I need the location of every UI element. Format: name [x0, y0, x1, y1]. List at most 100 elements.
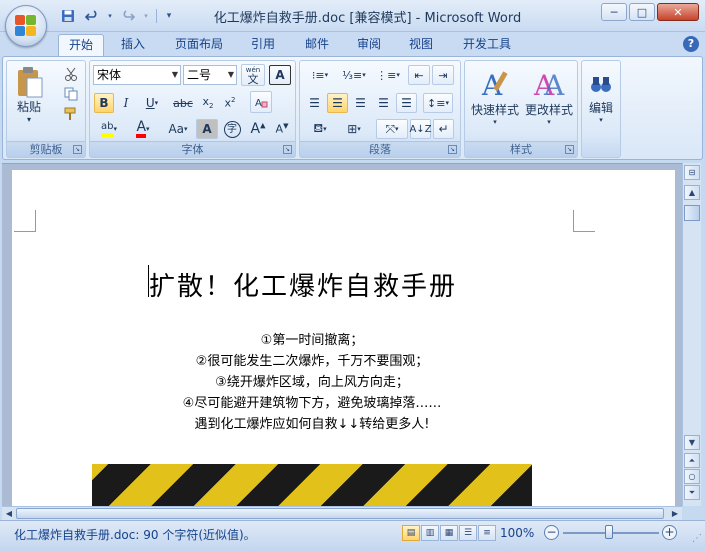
format-painter-button[interactable]: [61, 105, 81, 123]
save-button[interactable]: [58, 7, 78, 25]
outline-view-button[interactable]: ☰: [459, 525, 477, 541]
tab-developer[interactable]: 开发工具: [452, 34, 522, 56]
font-dialog-launcher[interactable]: ↘: [283, 145, 292, 154]
tab-mailings[interactable]: 邮件: [294, 34, 340, 56]
clipboard-dialog-launcher[interactable]: ↘: [73, 145, 82, 154]
font-name-combo[interactable]: 宋体 ▼: [93, 65, 181, 85]
tab-review[interactable]: 审阅: [346, 34, 392, 56]
undo-dropdown[interactable]: ▾: [106, 7, 114, 25]
justify-button[interactable]: ☰: [373, 93, 394, 113]
styles-dialog-launcher[interactable]: ↘: [565, 145, 574, 154]
close-button[interactable]: ✕: [657, 3, 699, 21]
document-page[interactable]: 扩散！化工爆炸自救手册 ①第一时间撤离； ②很可能发生二次爆炸，千万不要围观； …: [12, 170, 675, 507]
web-layout-button[interactable]: ▦: [440, 525, 458, 541]
body-line[interactable]: ②很可能发生二次爆炸，千万不要围观；: [12, 351, 612, 372]
word-count-status[interactable]: 化工爆炸自救手册.doc: 90 个字符(近似值)。: [14, 526, 256, 543]
browse-object-button[interactable]: ○: [684, 469, 700, 484]
italic-button[interactable]: I: [116, 93, 136, 113]
document-area[interactable]: 扩散！化工爆炸自救手册 ①第一时间撤离； ②很可能发生二次爆炸，千万不要围观； …: [2, 163, 682, 507]
bold-button[interactable]: B: [94, 93, 114, 113]
line-spacing-icon: ↕≡: [427, 96, 446, 110]
scroll-left-button[interactable]: ◀: [2, 507, 16, 520]
minimize-button[interactable]: ─: [601, 3, 627, 21]
tab-page-layout[interactable]: 页面布局: [164, 34, 234, 56]
copy-button[interactable]: [61, 85, 81, 103]
tab-insert[interactable]: 插入: [110, 34, 156, 56]
next-page-button[interactable]: ⏷: [684, 485, 700, 500]
quick-styles-button[interactable]: A 快速样式 ▾: [469, 63, 521, 129]
undo-button[interactable]: [82, 7, 102, 25]
editing-button[interactable]: 编辑 ▾: [584, 63, 618, 129]
font-color-button[interactable]: A ▾: [128, 119, 158, 139]
paragraph-dialog-launcher[interactable]: ↘: [448, 145, 457, 154]
decrease-indent-button[interactable]: ⇤: [408, 65, 430, 85]
show-hide-marks-button[interactable]: ↵: [433, 119, 454, 139]
tab-references[interactable]: 引用: [240, 34, 286, 56]
document-body[interactable]: ①第一时间撤离； ②很可能发生二次爆炸，千万不要围观； ③绕开爆炸区域，向上风方…: [12, 330, 612, 435]
tab-view[interactable]: 视图: [398, 34, 444, 56]
borders-button[interactable]: ⊞ ▾: [338, 119, 370, 139]
align-left-button[interactable]: ☰: [304, 93, 325, 113]
zoom-level[interactable]: 100%: [500, 526, 534, 540]
draft-view-button[interactable]: ≡: [478, 525, 496, 541]
hazard-stripe-image[interactable]: [92, 464, 532, 507]
zoom-out-button[interactable]: −: [544, 525, 559, 540]
bullets-button[interactable]: ⁝≡ ▾: [304, 65, 336, 85]
change-case-button[interactable]: Aa ▾: [162, 119, 194, 139]
phonetic-guide-button[interactable]: wén 文: [241, 64, 265, 86]
change-styles-button[interactable]: AA 更改样式 ▾: [523, 63, 575, 129]
align-center-button[interactable]: ☰: [327, 93, 348, 113]
vertical-scrollbar[interactable]: ⊟ ▲ ▼ ⏶ ○ ⏷: [682, 163, 701, 506]
scroll-up-button[interactable]: ▲: [684, 185, 700, 200]
redo-button[interactable]: [118, 7, 138, 25]
ruler-toggle-button[interactable]: ⊟: [684, 165, 700, 180]
maximize-button[interactable]: □: [629, 3, 655, 21]
grow-font-button[interactable]: A▲: [247, 119, 269, 139]
horizontal-scroll-thumb[interactable]: [16, 508, 664, 519]
enclose-characters-button[interactable]: 字: [221, 119, 243, 139]
scroll-down-button[interactable]: ▼: [684, 435, 700, 450]
body-line[interactable]: ①第一时间撤离；: [12, 330, 612, 351]
clear-formatting-button[interactable]: A: [250, 91, 272, 113]
align-right-button[interactable]: ☰: [350, 93, 371, 113]
numbering-icon: ⅓≡: [342, 68, 363, 82]
shading-button[interactable]: ⛾ ▾: [304, 119, 336, 139]
body-line[interactable]: ④尽可能避开建筑物下方，避免玻璃掉落……: [12, 393, 612, 414]
scroll-thumb[interactable]: [684, 205, 700, 221]
body-line[interactable]: ③绕开爆炸区域，向上风方向走；: [12, 372, 612, 393]
document-heading[interactable]: 扩散！化工爆炸自救手册: [149, 266, 457, 303]
redo-dropdown[interactable]: ▾: [142, 7, 150, 25]
help-button[interactable]: ?: [683, 36, 699, 52]
increase-indent-button[interactable]: ⇥: [432, 65, 454, 85]
full-screen-reading-button[interactable]: ▥: [421, 525, 439, 541]
underline-button[interactable]: U ▾: [138, 93, 166, 113]
scroll-right-button[interactable]: ▶: [668, 507, 682, 520]
character-shading-button[interactable]: A: [196, 119, 218, 139]
shrink-font-button[interactable]: A▼: [271, 119, 293, 139]
tab-home[interactable]: 开始: [58, 34, 104, 56]
sort-button[interactable]: A↓Z: [409, 119, 432, 139]
chinese-layout-button[interactable]: ⤧ ▾: [376, 119, 408, 139]
character-border-button[interactable]: A: [269, 65, 291, 85]
print-layout-view-button[interactable]: ▤: [402, 525, 420, 541]
superscript-button[interactable]: x2: [220, 93, 240, 113]
strikethrough-button[interactable]: abc: [170, 93, 196, 113]
numbering-button[interactable]: ⅓≡ ▾: [338, 65, 370, 85]
subscript-button[interactable]: x2: [198, 93, 218, 113]
resize-grip-icon[interactable]: ⋰: [692, 533, 702, 544]
font-size-combo[interactable]: 二号 ▼: [183, 65, 237, 85]
line-spacing-button[interactable]: ↕≡ ▾: [423, 93, 453, 113]
horizontal-scrollbar[interactable]: ◀ ▶: [2, 506, 682, 520]
cut-button[interactable]: [61, 65, 81, 83]
multilevel-list-button[interactable]: ⋮≡ ▾: [372, 65, 404, 85]
highlight-button[interactable]: ab ▾: [94, 119, 124, 139]
distributed-button[interactable]: ☰: [396, 93, 417, 113]
previous-page-button[interactable]: ⏶: [684, 453, 700, 468]
office-button[interactable]: [5, 5, 47, 47]
window-title: 化工爆炸自救手册.doc [兼容模式] - Microsoft Word: [213, 11, 522, 26]
zoom-in-button[interactable]: +: [662, 525, 677, 540]
editing-group: 编辑 ▾: [581, 60, 621, 158]
body-line[interactable]: 遇到化工爆炸应如何自救↓↓转给更多人!: [12, 414, 612, 435]
paste-button[interactable]: 粘贴 ▾: [11, 63, 47, 127]
zoom-slider-thumb[interactable]: [605, 525, 613, 539]
